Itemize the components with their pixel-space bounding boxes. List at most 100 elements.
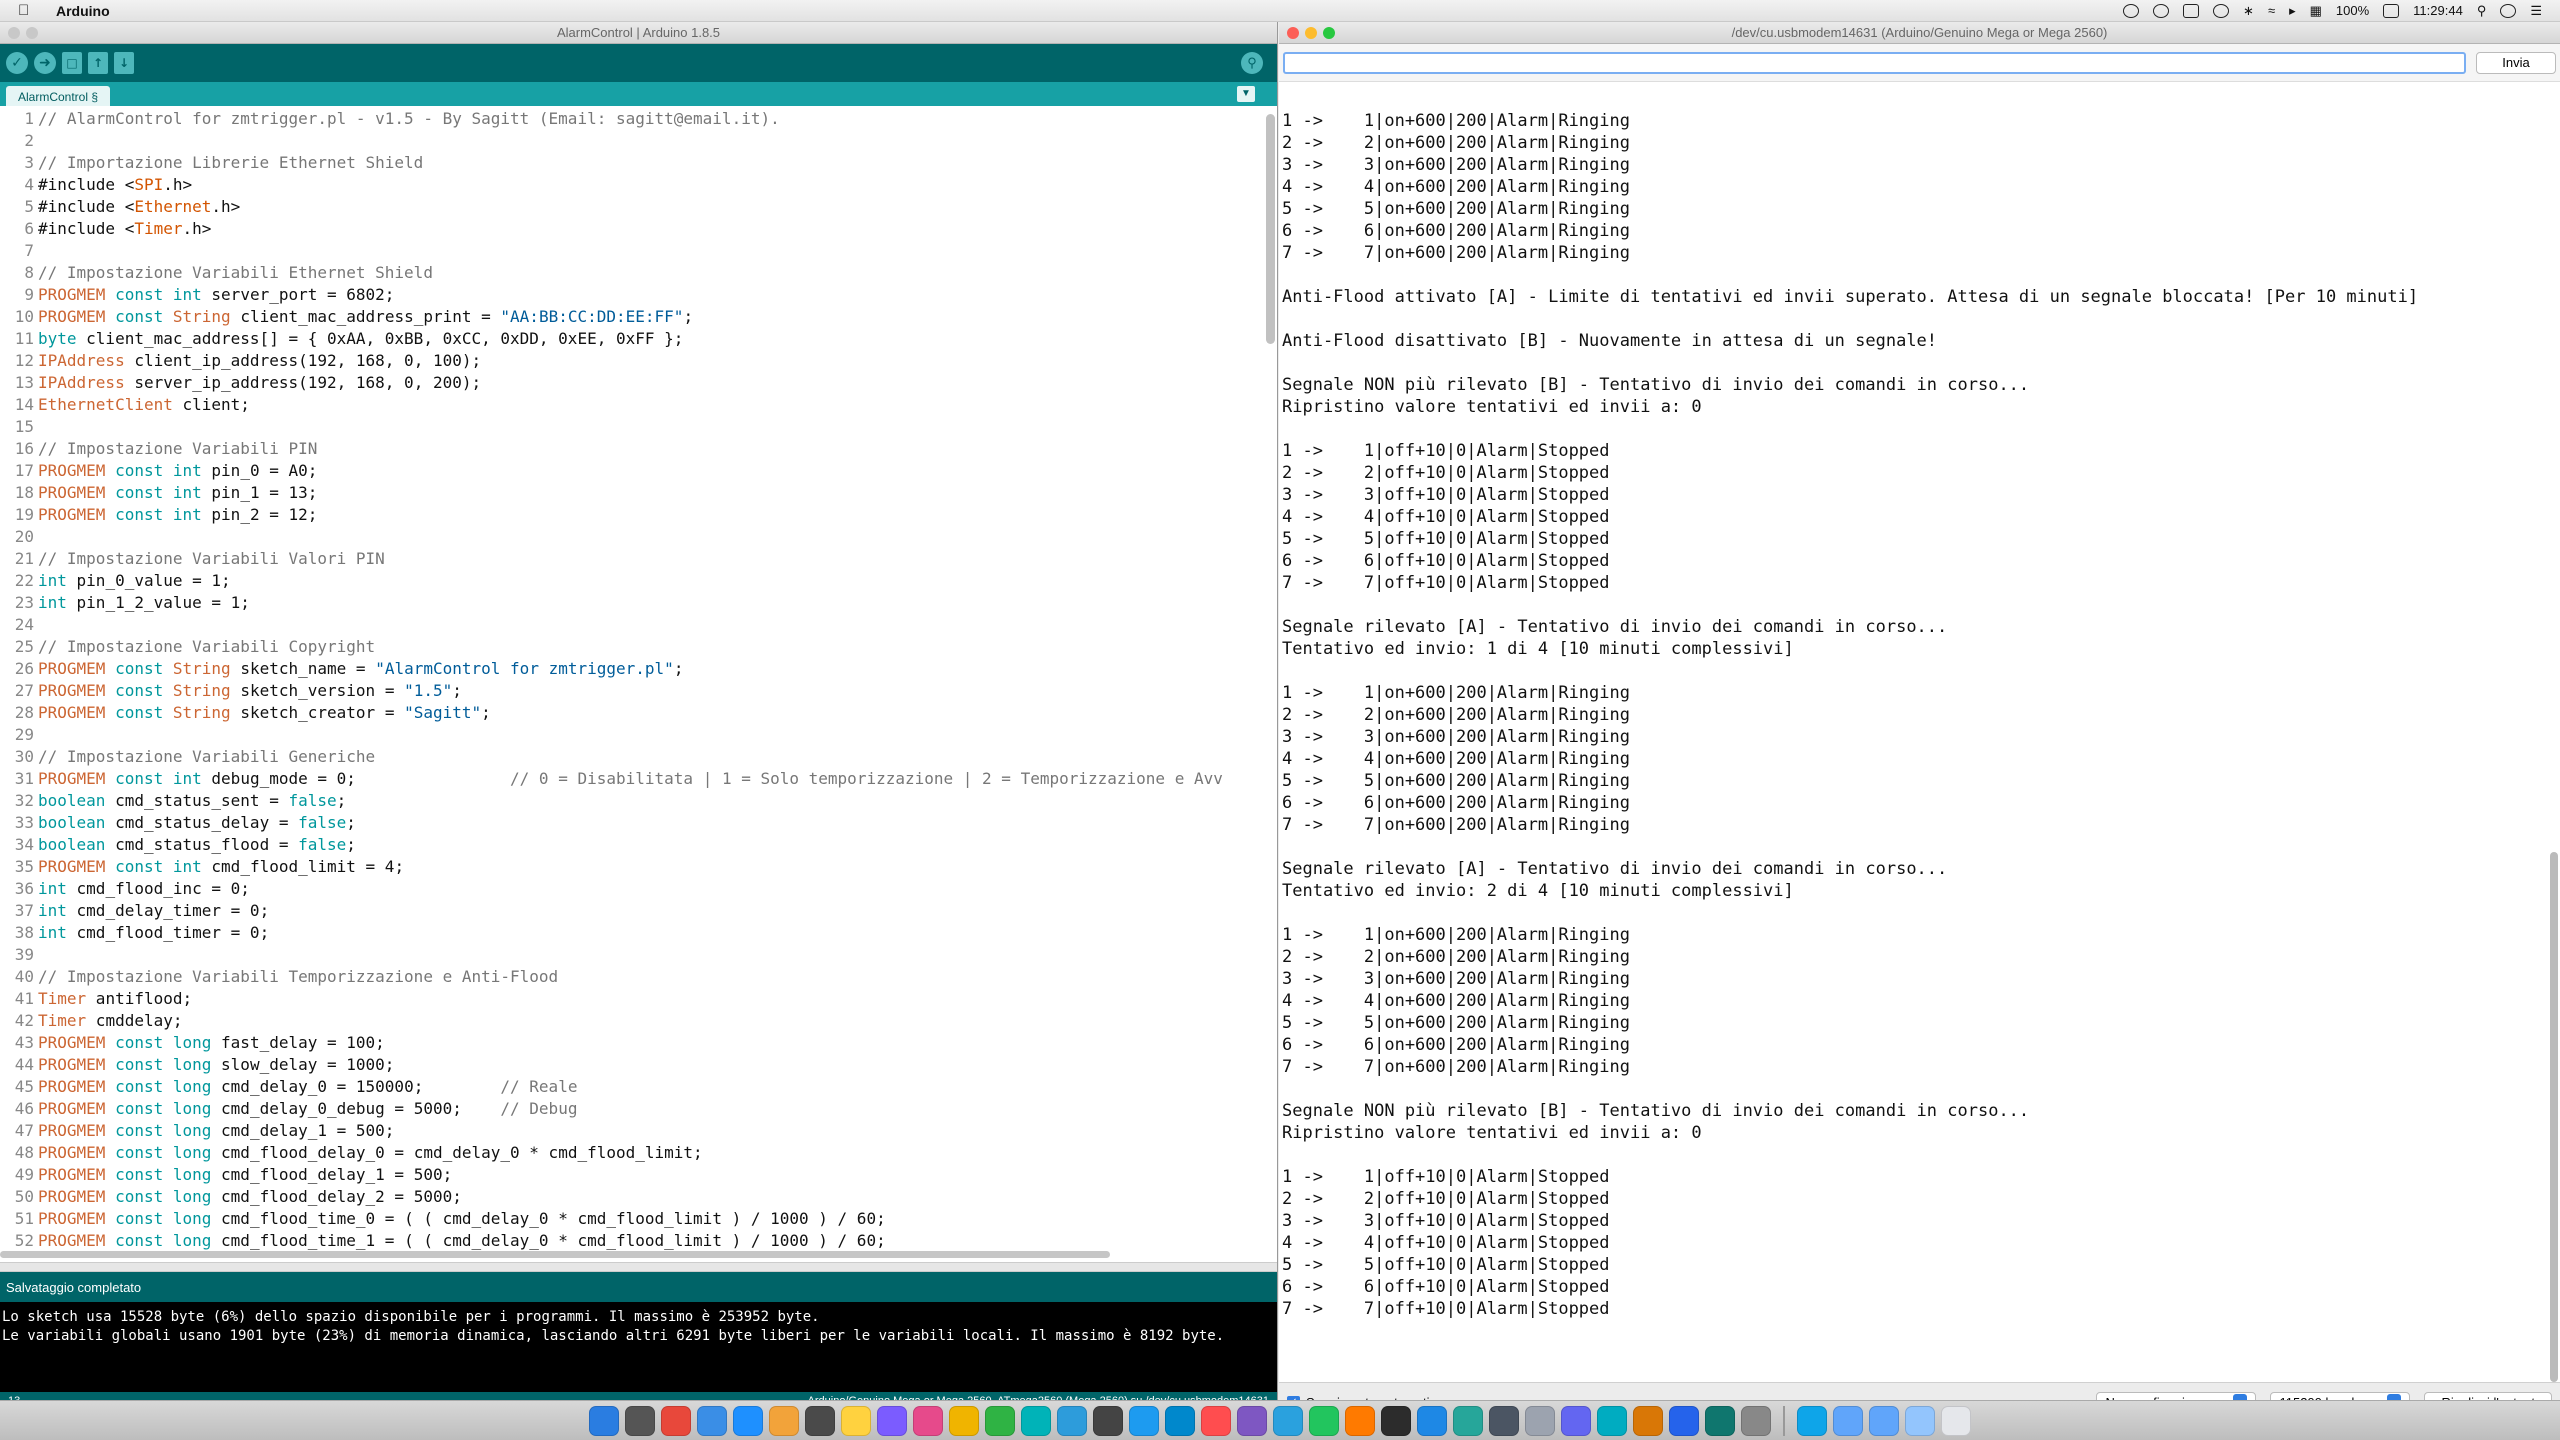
dock-app-icon[interactable] xyxy=(697,1405,727,1436)
dock-app-icon[interactable] xyxy=(1561,1405,1591,1436)
editor-vertical-scrollbar[interactable] xyxy=(1266,114,1275,344)
serial-output-line: 2 -> 2|on+600|200|Alarm|Ringing xyxy=(1282,705,1630,725)
serial-output[interactable]: 1 -> 1|on+600|200|Alarm|Ringing 2 -> 2|on… xyxy=(1279,82,2560,1382)
dock-app-icon[interactable] xyxy=(1705,1405,1735,1436)
serial-output-line: 2 -> 2|on+600|200|Alarm|Ringing xyxy=(1282,947,1630,967)
code-line: 41 Timer antiflood; xyxy=(0,988,1277,1010)
battery-icon[interactable] xyxy=(2383,3,2400,18)
info-icon[interactable] xyxy=(2153,3,2170,18)
dock-app-icon[interactable] xyxy=(1021,1405,1051,1436)
line-number: 48 xyxy=(14,1143,34,1162)
dock-app-icon[interactable] xyxy=(1057,1405,1087,1436)
line-number: 11 xyxy=(14,329,34,348)
dock-app-icon[interactable] xyxy=(841,1405,871,1436)
code-text: // Impostazione Variabili Copyright xyxy=(38,637,376,656)
dock-app-icon[interactable] xyxy=(1309,1405,1339,1436)
dock-app-icon[interactable] xyxy=(805,1405,835,1436)
dock-app-icon[interactable] xyxy=(1525,1405,1555,1436)
code-line: 43 PROGMEM const long fast_delay = 100; xyxy=(0,1032,1277,1054)
serial-output-line: 1 -> 1|off+10|0|Alarm|Stopped xyxy=(1282,1167,1610,1187)
apple-icon[interactable]:  xyxy=(18,2,40,19)
menubar-clock[interactable]: 11:29:44 xyxy=(2413,3,2463,18)
time-machine-icon[interactable] xyxy=(2213,3,2230,18)
dock-app-icon[interactable] xyxy=(949,1405,979,1436)
battery-percent[interactable]: 100% xyxy=(2336,3,2369,18)
serial-output-line: Segnale NON più rilevato [B] - Tentativo… xyxy=(1282,1101,2030,1121)
dock-app-icon[interactable] xyxy=(1869,1405,1899,1436)
serial-monitor-icon[interactable]: ⚲ xyxy=(1241,52,1263,74)
code-line: 5 #include <Ethernet.h> xyxy=(0,196,1277,218)
dock-app-icon[interactable] xyxy=(589,1405,619,1436)
code-text: int pin_0_value = 1; xyxy=(38,571,231,590)
spotlight-icon[interactable]: ⚲ xyxy=(2477,3,2487,19)
code-line: 36 int cmd_flood_inc = 0; xyxy=(0,878,1277,900)
dock-app-icon[interactable] xyxy=(1129,1405,1159,1436)
code-text: PROGMEM const String sketch_creator = "S… xyxy=(38,703,491,722)
editor-horizontal-scrollbar[interactable] xyxy=(0,1251,1110,1258)
serial-send-input[interactable] xyxy=(1283,51,2466,74)
dock-app-icon[interactable] xyxy=(1797,1405,1827,1436)
open-sketch-icon[interactable]: ↑ xyxy=(88,52,108,74)
dock-app-icon[interactable] xyxy=(1201,1405,1231,1436)
save-sketch-icon[interactable]: ↓ xyxy=(114,52,134,74)
volume-icon[interactable]: ▸ xyxy=(2289,3,2296,19)
verify-icon[interactable]: ✓ xyxy=(6,52,28,74)
dock-app-icon[interactable] xyxy=(1273,1405,1303,1436)
tab-menu-icon[interactable]: ▼ xyxy=(1237,86,1255,102)
dock-app-icon[interactable] xyxy=(1453,1405,1483,1436)
dock-app-icon[interactable] xyxy=(733,1405,763,1436)
dock-app-icon[interactable] xyxy=(1237,1405,1267,1436)
bluetooth-icon[interactable]: ∗ xyxy=(2243,3,2254,19)
dock-app-icon[interactable] xyxy=(661,1405,691,1436)
serial-output-line xyxy=(1282,594,2560,616)
dock-app-icon[interactable] xyxy=(1381,1405,1411,1436)
dock-app-icon[interactable] xyxy=(1165,1405,1195,1436)
dock-app-icon[interactable] xyxy=(1633,1405,1663,1436)
serial-vertical-scrollbar[interactable] xyxy=(2550,852,2558,1382)
code-text: int cmd_delay_timer = 0; xyxy=(38,901,270,920)
dock-app-icon[interactable] xyxy=(1489,1405,1519,1436)
send-row: Invia xyxy=(1279,44,2560,82)
new-sketch-icon[interactable]: □ xyxy=(62,52,82,74)
app-menu[interactable]: Arduino xyxy=(56,3,110,19)
code-editor[interactable]: 1// AlarmControl for zmtrigger.pl - v1.5… xyxy=(0,106,1277,1262)
dock-app-icon[interactable] xyxy=(1941,1405,1971,1436)
tab-alarmcontrol[interactable]: AlarmControl § xyxy=(6,86,111,106)
line-number: 35 xyxy=(14,857,34,876)
dock-app-icon[interactable] xyxy=(1093,1405,1123,1436)
dock-app-icon[interactable] xyxy=(913,1405,943,1436)
serial-output-line xyxy=(1282,88,2560,110)
input-source-icon[interactable]: ▦ xyxy=(2310,3,2322,19)
code-text: EthernetClient client; xyxy=(38,395,250,414)
dock-app-icon[interactable] xyxy=(769,1405,799,1436)
editor-console-divider[interactable] xyxy=(0,1262,1277,1272)
dock-app-icon[interactable] xyxy=(1345,1405,1375,1436)
notification-center-icon[interactable]: ☰ xyxy=(2530,3,2542,19)
ide-console: Lo sketch usa 15528 byte (6%) dello spaz… xyxy=(0,1302,1277,1392)
dock-app-icon[interactable] xyxy=(1597,1405,1627,1436)
wifi-icon[interactable]: ≈ xyxy=(2268,3,2275,18)
display-icon[interactable] xyxy=(2183,3,2200,18)
upload-icon[interactable]: ➜ xyxy=(34,52,56,74)
dock-app-icon[interactable] xyxy=(625,1405,655,1436)
send-button[interactable]: Invia xyxy=(2476,51,2556,74)
dock-app-icon[interactable] xyxy=(985,1405,1015,1436)
serial-output-line: 5 -> 5|off+10|0|Alarm|Stopped xyxy=(1282,1255,1610,1275)
clock-icon[interactable] xyxy=(2123,3,2140,18)
dock-app-icon[interactable] xyxy=(1417,1405,1447,1436)
line-number: 8 xyxy=(24,263,34,282)
serial-output-line: 2 -> 2|on+600|200|Alarm|Ringing xyxy=(1282,133,1630,153)
code-text: PROGMEM const long cmd_delay_0_debug = 5… xyxy=(38,1099,578,1118)
line-number: 36 xyxy=(14,879,34,898)
line-number: 49 xyxy=(14,1165,34,1184)
dock-app-icon[interactable] xyxy=(1833,1405,1863,1436)
dock-app-icon[interactable] xyxy=(1741,1405,1771,1436)
dock-app-icon[interactable] xyxy=(1905,1405,1935,1436)
siri-icon[interactable] xyxy=(2500,3,2517,18)
dock-app-icon[interactable] xyxy=(1669,1405,1699,1436)
dock-app-icon[interactable] xyxy=(877,1405,907,1436)
serial-output-line: 7 -> 7|on+600|200|Alarm|Ringing xyxy=(1282,815,1630,835)
line-number: 26 xyxy=(14,659,34,678)
